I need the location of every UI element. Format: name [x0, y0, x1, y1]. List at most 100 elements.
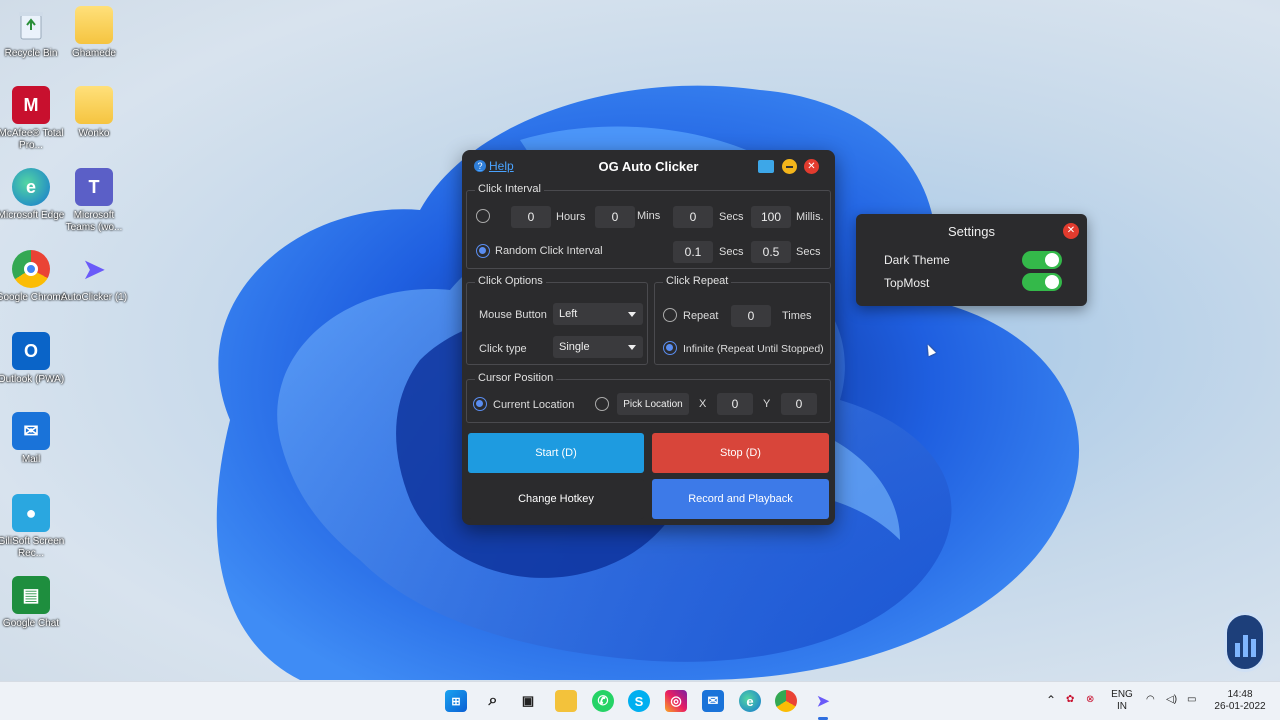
- dark-theme-toggle[interactable]: [1022, 251, 1062, 269]
- floating-widget-icon[interactable]: [1224, 612, 1266, 672]
- infinite-radio[interactable]: [663, 341, 677, 355]
- change-hotkey-button[interactable]: Change Hotkey: [468, 479, 644, 519]
- battery-icon[interactable]: ▭: [1187, 694, 1196, 706]
- desktop-icon-label: Google Chrome: [0, 292, 67, 303]
- mins-input[interactable]: 0: [595, 206, 635, 228]
- desktop-icon-chrome[interactable]: Google Chrome: [0, 250, 67, 304]
- current-location-label: Current Location: [493, 399, 575, 411]
- desktop-icon-google-chat[interactable]: ▤ Google Chat: [0, 576, 67, 630]
- y-label: Y: [763, 398, 771, 410]
- record-playback-button[interactable]: Record and Playback: [652, 479, 829, 519]
- desktop-icon-teams[interactable]: T Microsoft Teams (wo...: [58, 168, 130, 234]
- desktop-icon-recycle-bin[interactable]: Recycle Bin: [0, 6, 67, 60]
- chevron-down-icon: [628, 312, 636, 317]
- secs-input[interactable]: 0: [673, 206, 713, 228]
- desktop-icon-outlook[interactable]: O Outlook (PWA): [0, 332, 67, 386]
- settings-folder-icon[interactable]: [758, 160, 774, 173]
- desktop-icon-label: Google Chat: [2, 618, 60, 629]
- mail-icon: ✉: [12, 412, 50, 450]
- topmost-toggle[interactable]: [1022, 273, 1062, 291]
- infinite-label: Infinite (Repeat Until Stopped): [683, 343, 824, 355]
- chevron-up-icon[interactable]: ⌃: [1046, 694, 1056, 706]
- language-indicator[interactable]: ENG IN: [1108, 689, 1136, 713]
- minimize-button[interactable]: [782, 159, 797, 174]
- random-max-input[interactable]: 0.5: [751, 241, 791, 263]
- task-view-icon[interactable]: ▣: [517, 690, 539, 712]
- whatsapp-icon[interactable]: ✆: [592, 690, 614, 712]
- repeat-count-input[interactable]: 0: [731, 305, 771, 327]
- millis-label: Millis.: [796, 211, 824, 223]
- pick-location-radio[interactable]: [595, 397, 609, 411]
- mouse-button-value: Left: [559, 308, 578, 320]
- start-button[interactable]: Start (D): [468, 433, 644, 473]
- x-input[interactable]: 0: [717, 393, 753, 415]
- topmost-label: TopMost: [884, 276, 930, 290]
- edge-icon[interactable]: e: [739, 690, 761, 712]
- desktop-icon-folder[interactable]: Ghamede: [58, 6, 130, 60]
- tray-app-icon[interactable]: ✿: [1066, 694, 1074, 706]
- desktop-icon-label: Recycle Bin: [4, 48, 58, 59]
- chrome-icon[interactable]: [775, 690, 797, 712]
- secs-label: Secs: [719, 211, 744, 223]
- mouse-pointer-icon: [924, 342, 936, 357]
- windows-start-icon[interactable]: ⊞: [445, 690, 467, 712]
- click-type-label: Click type: [479, 343, 527, 355]
- file-explorer-icon[interactable]: [555, 690, 577, 712]
- desktop-icon-label: Outlook (PWA): [0, 374, 65, 385]
- instagram-icon[interactable]: ◎: [665, 690, 687, 712]
- mins-label: Mins: [637, 210, 661, 222]
- outlook-icon: O: [12, 332, 50, 370]
- settings-panel: Settings ✕ Dark Theme TopMost: [856, 214, 1087, 306]
- mail-icon[interactable]: ✉: [702, 690, 724, 712]
- click-interval-group: Click Interval 0 Hours 0 Mins 0 Secs 100…: [466, 183, 831, 269]
- desktop-icon-label: Microsoft Edge: [0, 210, 65, 221]
- click-type-select[interactable]: Single: [553, 336, 643, 358]
- google-chat-icon: ▤: [12, 576, 50, 614]
- desktop-icon-label: Wonko: [78, 128, 110, 139]
- desktop-icon-folder[interactable]: Wonko: [58, 86, 130, 140]
- clock[interactable]: 14:48 26-01-2022: [1210, 689, 1270, 713]
- autoclicker-cursor-icon[interactable]: ➤: [812, 690, 834, 712]
- settings-close-button[interactable]: ✕: [1063, 223, 1079, 239]
- click-type-value: Single: [559, 341, 590, 353]
- click-options-title: Click Options: [475, 275, 546, 287]
- title-bar[interactable]: ? Help OG Auto Clicker ✕: [462, 150, 835, 182]
- cursor-position-group: Cursor Position Current Location Pick Lo…: [466, 372, 831, 423]
- skype-icon[interactable]: S: [628, 690, 650, 712]
- folder-icon: [75, 86, 113, 124]
- desktop-icon-mcafee[interactable]: M McAfee® Total Pro...: [0, 86, 67, 152]
- edge-icon: e: [12, 168, 50, 206]
- volume-icon[interactable]: ◁): [1166, 694, 1177, 706]
- chrome-icon: [12, 250, 50, 288]
- close-button[interactable]: ✕: [804, 159, 819, 174]
- desktop-icon-gilisoft[interactable]: ● GiliSoft Screen Rec...: [0, 494, 67, 560]
- hours-input[interactable]: 0: [511, 206, 551, 228]
- fixed-interval-radio[interactable]: [476, 209, 490, 223]
- click-repeat-group: Click Repeat Repeat 0 Times Infinite (Re…: [654, 275, 831, 365]
- desktop-icon-label: Mail: [21, 454, 41, 465]
- click-repeat-title: Click Repeat: [663, 275, 732, 287]
- millis-input[interactable]: 100: [751, 206, 791, 228]
- desktop-icon-mail[interactable]: ✉ Mail: [0, 412, 67, 466]
- time-label: 14:48: [1227, 689, 1253, 700]
- random-min-input[interactable]: 0.1: [673, 241, 713, 263]
- mouse-button-select[interactable]: Left: [553, 303, 643, 325]
- pick-location-button[interactable]: Pick Location: [617, 393, 689, 415]
- random-max-secs-label: Secs: [796, 246, 821, 258]
- x-label: X: [699, 398, 707, 410]
- stop-button[interactable]: Stop (D): [652, 433, 829, 473]
- random-interval-radio[interactable]: [476, 244, 490, 258]
- click-interval-title: Click Interval: [475, 183, 544, 195]
- tray-network-app-icon[interactable]: ⊗: [1086, 694, 1094, 706]
- settings-title: Settings: [948, 224, 995, 239]
- random-min-secs-label: Secs: [719, 246, 744, 258]
- desktop-icon-edge[interactable]: e Microsoft Edge: [0, 168, 67, 222]
- wifi-icon[interactable]: ◠: [1146, 694, 1155, 706]
- y-input[interactable]: 0: [781, 393, 817, 415]
- chevron-down-icon: [628, 345, 636, 350]
- repeat-radio[interactable]: [663, 308, 677, 322]
- current-location-radio[interactable]: [473, 397, 487, 411]
- teams-icon: T: [75, 168, 113, 206]
- desktop-icon-autoclicker[interactable]: ➤ AutoClicker (1): [58, 250, 130, 304]
- search-icon[interactable]: ⌕: [482, 690, 504, 712]
